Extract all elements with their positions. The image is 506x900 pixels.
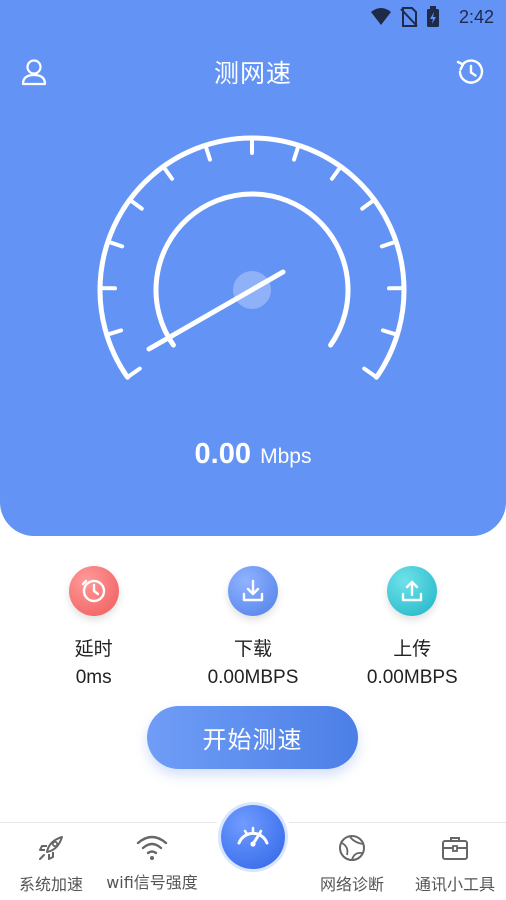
- page-title: 测网速: [213, 59, 292, 88]
- gauge-outer-arc: [97, 135, 407, 380]
- wifi-icon: [371, 8, 391, 25]
- nav-label-comm-tools: 通讯小工具: [414, 875, 495, 894]
- download-label: 下载: [233, 638, 272, 660]
- nav-label-wifi-strength: wifi信号强度: [106, 873, 198, 892]
- gauge-needle: [146, 269, 286, 352]
- no-sim-icon: [400, 7, 418, 27]
- stats-row: 延时 0ms 下载 0.00MBPS 上传 0.00MBPS: [0, 566, 506, 696]
- gauge-ticks: [98, 136, 406, 380]
- upload-icon: [387, 566, 438, 616]
- nav-item-system-boost[interactable]: 系统加速: [0, 833, 106, 895]
- stat-upload: 上传 0.00MBPS: [337, 566, 487, 696]
- stat-download: 下载 0.00MBPS: [178, 566, 328, 696]
- wifi-signal-icon: [136, 835, 168, 860]
- upload-value: 0.00MBPS: [366, 667, 458, 688]
- speed-value: 0.00: [194, 438, 251, 470]
- nav-item-network-diagnosis[interactable]: 网络诊断: [297, 833, 407, 895]
- status-time: 2:42: [458, 7, 494, 27]
- speedometer-icon: [237, 826, 269, 847]
- stat-latency: 延时 0ms: [19, 566, 169, 696]
- history-icon: [456, 59, 484, 84]
- latency-value: 0ms: [75, 667, 112, 688]
- download-value: 0.00MBPS: [207, 667, 299, 688]
- gauge-inner-arc: [153, 191, 351, 348]
- latency-label: 延时: [74, 638, 113, 660]
- nav-label-system-boost: 系统加速: [18, 875, 83, 894]
- nav-label-network-diagnosis: 网络诊断: [319, 875, 384, 894]
- speedometer-icon-badge: [221, 805, 285, 869]
- speed-test-screen: 2:42 测网速 0.00 Mbps 延时 0ms 下载 0.00MBPS 上传…: [0, 0, 506, 900]
- globe-icon: [339, 835, 365, 861]
- header-panel: 2:42 测网速 0.00 Mbps: [0, 0, 506, 536]
- download-icon: [227, 566, 278, 616]
- upload-label: 上传: [393, 638, 432, 660]
- timer-icon: [68, 566, 119, 616]
- battery-charging-icon: [427, 6, 439, 27]
- status-icons: [370, 6, 440, 28]
- speed-readout: 0.00 Mbps: [0, 438, 506, 471]
- toolbox-icon: [442, 837, 468, 860]
- status-bar: 2:42: [0, 0, 506, 34]
- rocket-icon: [39, 836, 63, 860]
- history-button[interactable]: [453, 55, 487, 89]
- nav-item-comm-tools[interactable]: 通讯小工具: [400, 833, 506, 895]
- nav-item-wifi-strength[interactable]: wifi信号强度: [97, 833, 207, 893]
- speed-unit: Mbps: [260, 445, 312, 468]
- speed-gauge: [97, 135, 407, 380]
- nav-item-speed-test[interactable]: [214, 798, 292, 876]
- start-test-button[interactable]: 开始测速: [147, 706, 358, 769]
